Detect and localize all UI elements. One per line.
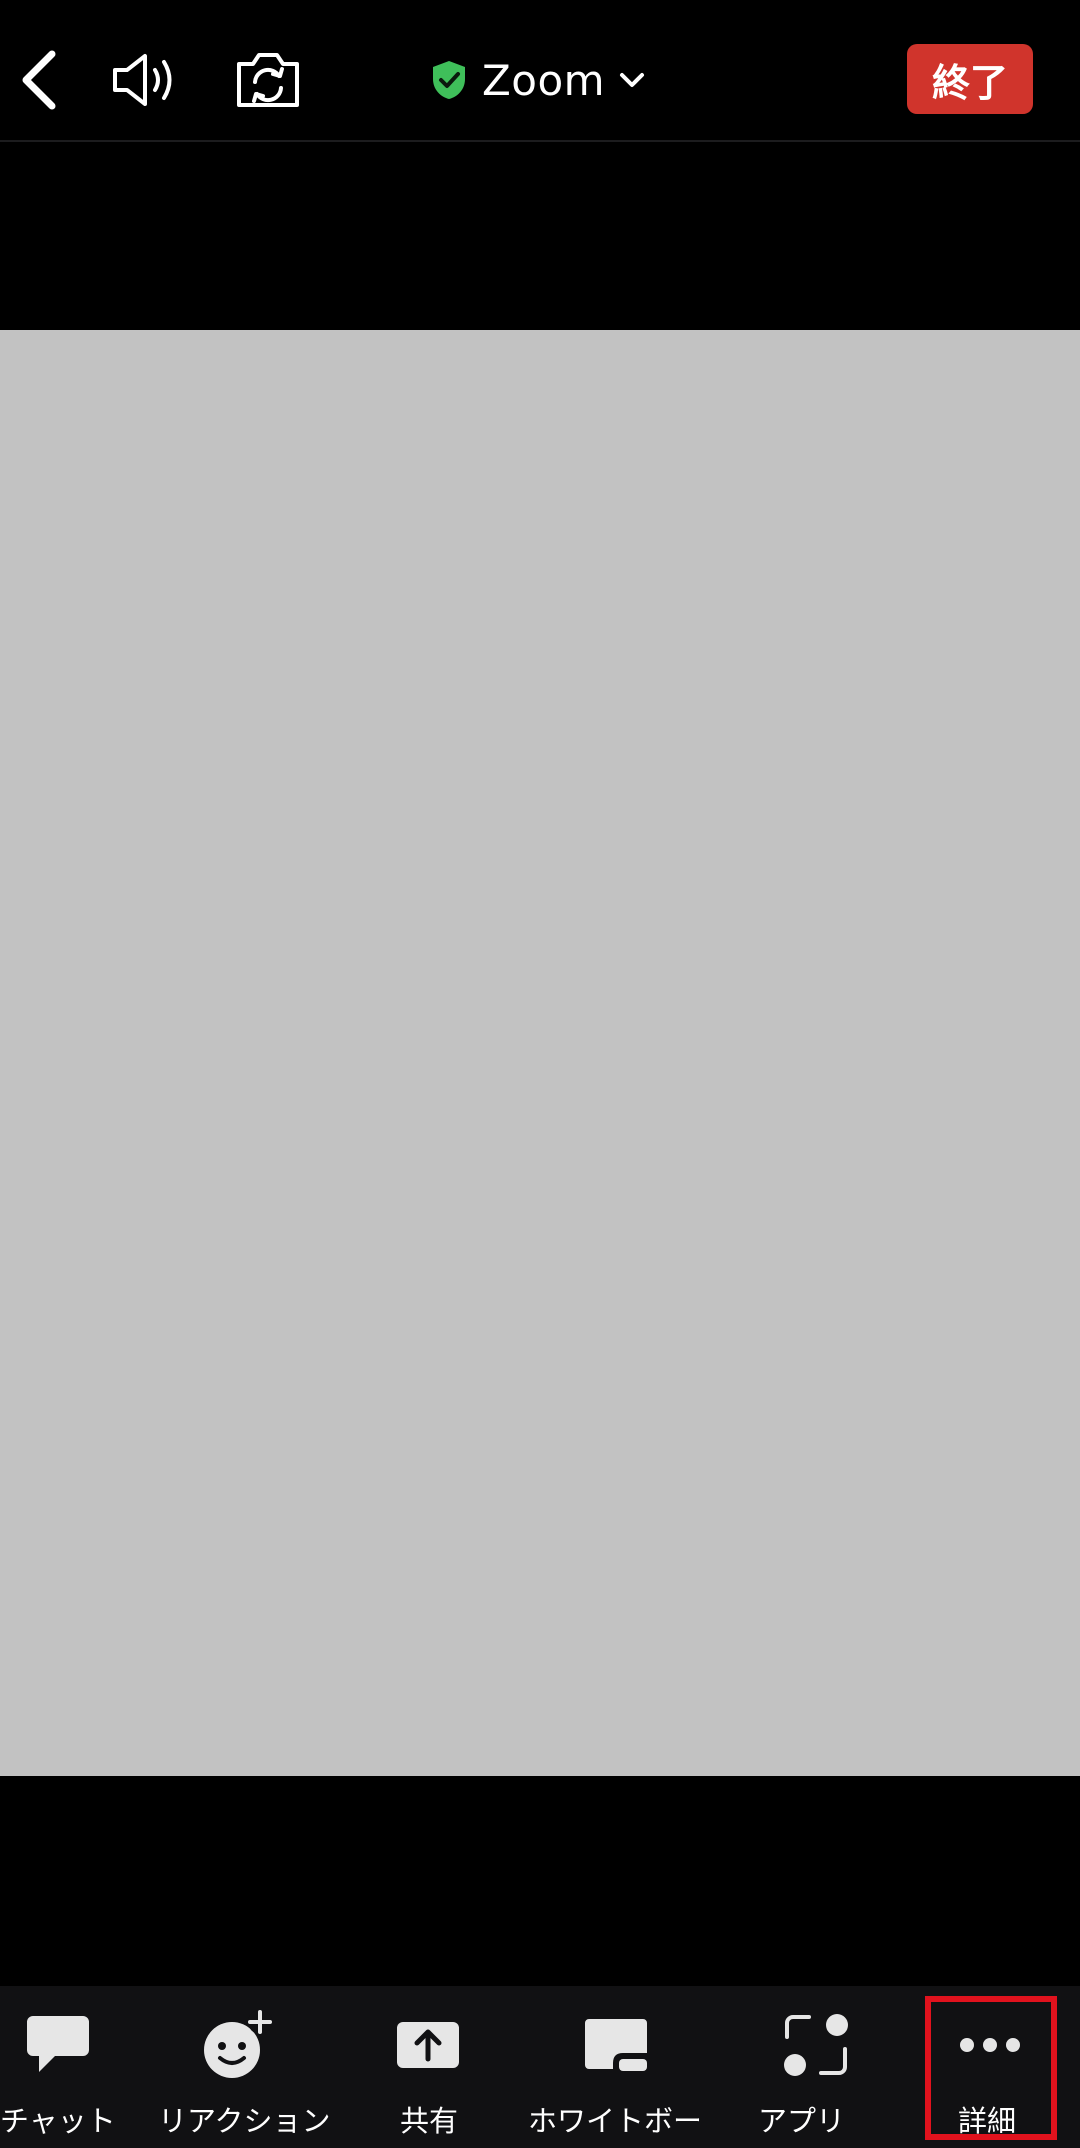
switch-camera-button[interactable] [224,40,312,120]
chat-label: チャット [0,2104,116,2138]
camera-switch-icon [237,53,299,107]
reactions-label: リアクション [158,2104,331,2138]
meeting-title-dropdown[interactable]: Zoom [430,48,645,112]
apps-label: アプリ [758,2104,846,2138]
video-view[interactable] [0,330,1080,1776]
reactions-button[interactable]: リアクション [150,1986,331,2148]
more-label: 詳細 [958,2104,1017,2138]
chat-bubble-icon [27,2016,89,2072]
meeting-title: Zoom [482,55,606,105]
end-meeting-button[interactable]: 終了 [907,44,1033,114]
share-label: 共有 [400,2104,459,2138]
apps-button[interactable]: アプリ [756,1986,876,2148]
meeting-top-bar: Zoom 終了 [0,0,1080,142]
meeting-toolbar: チャット リアクション 共有 ホワイトボー アプリ 詳細 [0,1986,1080,2148]
whiteboard-label: ホワイトボー [528,2104,703,2138]
chevron-down-icon [620,73,645,87]
share-button[interactable]: 共有 [380,1986,480,2148]
share-upload-icon [397,2022,459,2068]
more-dots-icon [960,2038,1020,2052]
reaction-smiley-icon [204,2010,272,2078]
chat-button[interactable]: チャット [0,1986,116,2148]
chevron-left-icon [22,50,56,110]
apps-icon [784,2014,848,2076]
speaker-icon [113,54,172,106]
shield-check-icon [433,61,465,99]
speaker-button[interactable] [104,40,184,120]
back-button[interactable] [8,40,68,120]
whiteboard-button[interactable]: ホワイトボー [524,1986,708,2148]
whiteboard-icon [585,2019,647,2071]
more-button[interactable]: 詳細 [940,1986,1040,2148]
